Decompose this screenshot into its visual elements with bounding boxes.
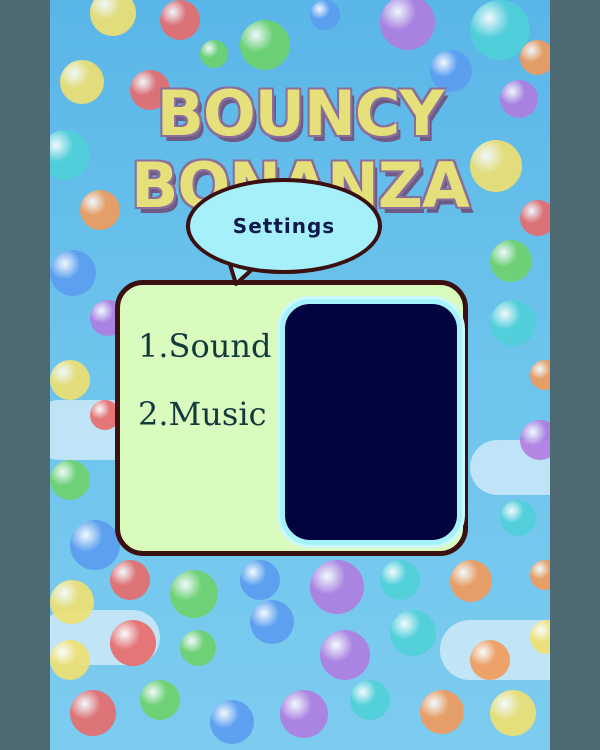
bubble bbox=[500, 500, 536, 536]
bubble bbox=[490, 690, 536, 736]
game-screen: BOUNCY BONANZA 1.Sound 2.Music Settings bbox=[50, 0, 550, 750]
bubble bbox=[390, 610, 436, 656]
bubble bbox=[250, 600, 294, 644]
bubble bbox=[50, 460, 90, 500]
bubble bbox=[50, 580, 94, 624]
bubble bbox=[350, 680, 390, 720]
sound-option[interactable]: 1.Sound bbox=[138, 327, 271, 365]
bubble bbox=[90, 0, 136, 36]
bubble bbox=[380, 560, 420, 600]
settings-display-box bbox=[280, 299, 462, 545]
bubble bbox=[110, 560, 150, 600]
bubble bbox=[530, 620, 550, 654]
bubble bbox=[110, 620, 156, 666]
bubble bbox=[490, 300, 536, 346]
bubble bbox=[240, 560, 280, 600]
bubble bbox=[280, 690, 328, 738]
bubble bbox=[450, 560, 492, 602]
bubble bbox=[530, 560, 550, 590]
bubble bbox=[310, 0, 340, 30]
bubble bbox=[420, 690, 464, 734]
bubble bbox=[160, 0, 200, 40]
bubble bbox=[380, 0, 435, 50]
bubble bbox=[530, 360, 550, 390]
bubble bbox=[210, 700, 254, 744]
bubble bbox=[470, 640, 510, 680]
bubble bbox=[240, 20, 290, 70]
bubble bbox=[50, 640, 90, 680]
bubble bbox=[140, 680, 180, 720]
settings-title-bubble: Settings bbox=[186, 178, 382, 274]
bubble bbox=[310, 560, 364, 614]
music-option[interactable]: 2.Music bbox=[138, 395, 266, 433]
bubble bbox=[170, 570, 218, 618]
bubble bbox=[50, 360, 90, 400]
bubble bbox=[520, 420, 550, 460]
settings-title: Settings bbox=[232, 214, 336, 238]
bubble bbox=[200, 40, 228, 68]
bubble bbox=[180, 630, 216, 666]
bubble bbox=[70, 690, 116, 736]
bubble bbox=[320, 630, 370, 680]
bubble bbox=[520, 40, 550, 75]
bubble bbox=[70, 520, 120, 570]
bubble bbox=[50, 250, 96, 296]
logo-line-1: BOUNCY bbox=[156, 77, 445, 150]
settings-panel: 1.Sound 2.Music bbox=[115, 280, 468, 556]
bubble bbox=[490, 240, 532, 282]
